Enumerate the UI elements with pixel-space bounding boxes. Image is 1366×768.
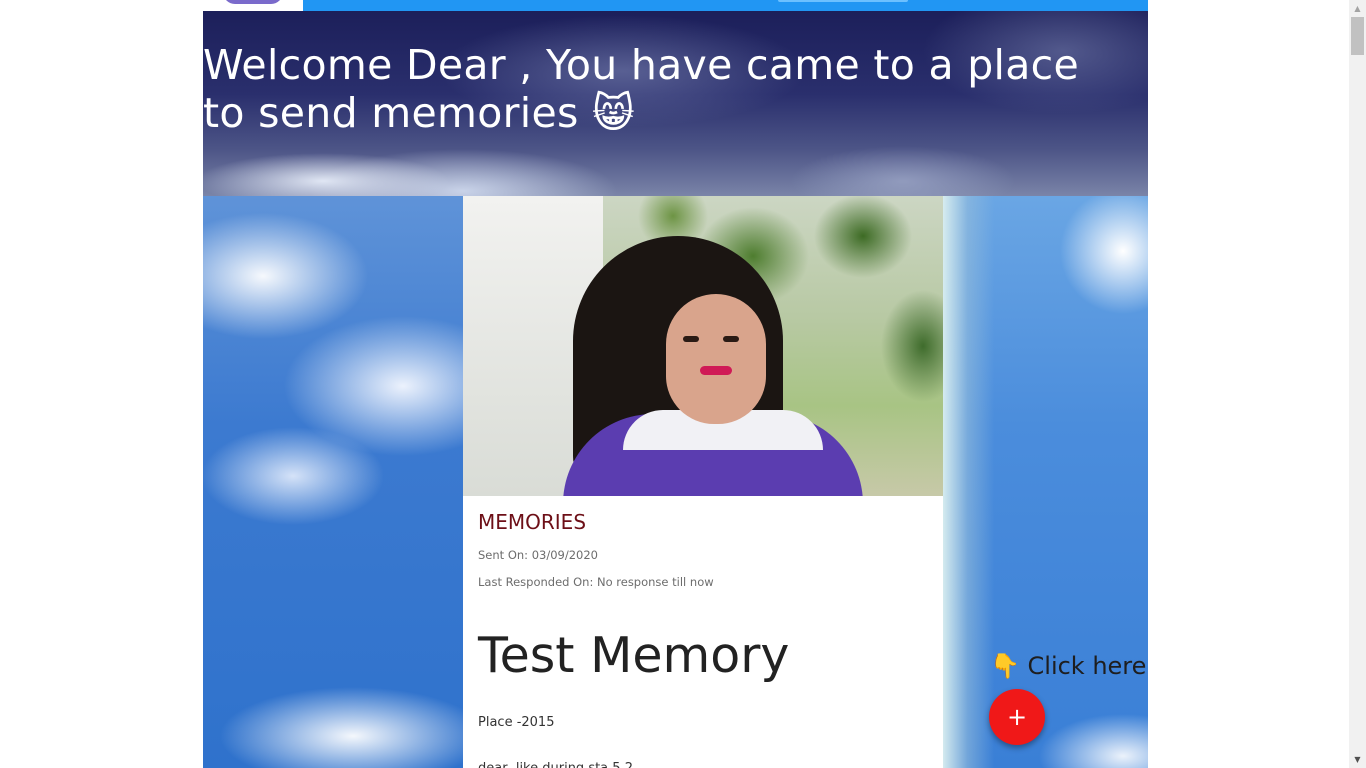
photo-eye-left bbox=[683, 336, 699, 342]
top-navbar bbox=[303, 0, 1148, 11]
sent-on: Sent On: 03/09/2020 bbox=[478, 548, 598, 562]
add-memory-button[interactable]: + bbox=[989, 689, 1045, 745]
chevron-up-icon[interactable]: ▲ bbox=[1349, 0, 1366, 17]
page: Welcome Dear , You have came to a place … bbox=[0, 0, 1366, 768]
last-responded-on: Last Responded On: No response till now bbox=[478, 575, 714, 589]
logo-mark bbox=[223, 0, 283, 4]
memory-card: MEMORIES Sent On: 03/09/2020 Last Respon… bbox=[463, 196, 943, 768]
chevron-down-icon[interactable]: ▼ bbox=[1349, 751, 1366, 768]
memory-photo bbox=[463, 196, 943, 496]
memory-text-more: dear, like during sta 5 2 ... bbox=[478, 760, 928, 768]
photo-lips bbox=[700, 366, 732, 375]
sky-background-right bbox=[943, 196, 1148, 768]
scrollbar-thumb[interactable] bbox=[1351, 17, 1364, 55]
hero-banner: Welcome Dear , You have came to a place … bbox=[203, 11, 1148, 196]
navbar-pill[interactable] bbox=[778, 0, 908, 2]
memory-text: Place -2015 bbox=[478, 715, 555, 730]
hero-title: Welcome Dear , You have came to a place … bbox=[203, 41, 1080, 137]
card-title: MEMORIES bbox=[478, 510, 587, 534]
photo-eye-right bbox=[723, 336, 739, 342]
plus-icon: + bbox=[1006, 703, 1028, 731]
vertical-scrollbar[interactable]: ▲ ▼ bbox=[1349, 0, 1366, 768]
photo-face bbox=[666, 294, 766, 424]
card-body: MEMORIES Sent On: 03/09/2020 Last Respon… bbox=[463, 496, 943, 768]
memory-heading: Test Memory bbox=[478, 627, 790, 684]
sky-background-left bbox=[203, 196, 463, 768]
click-here-label: 👇 Click here bbox=[990, 652, 1147, 680]
